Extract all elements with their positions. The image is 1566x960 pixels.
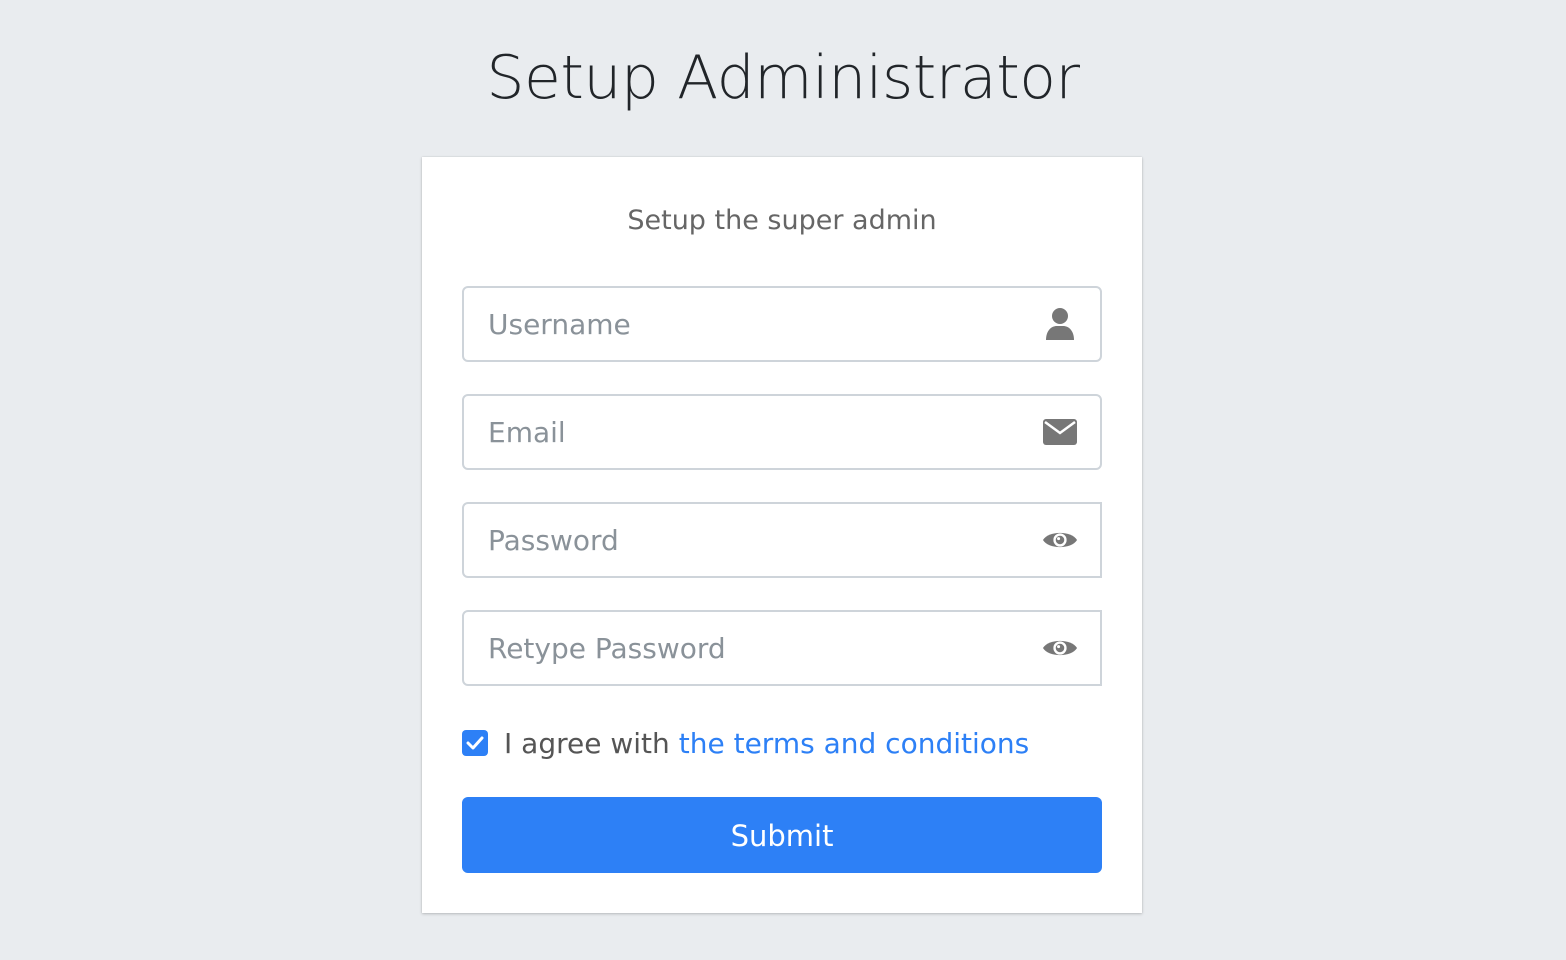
password-input[interactable] — [488, 504, 1028, 576]
page-title: Setup Administrator — [486, 43, 1080, 113]
agree-checkbox[interactable] — [462, 730, 488, 756]
check-icon — [466, 736, 484, 750]
retype-password-field[interactable] — [462, 610, 1102, 686]
retype-password-input[interactable] — [488, 612, 1028, 684]
password-field[interactable] — [462, 502, 1102, 578]
email-field[interactable] — [462, 394, 1102, 470]
user-icon — [1042, 306, 1078, 342]
username-input[interactable] — [488, 288, 1028, 360]
terms-link[interactable]: the terms and conditions — [679, 727, 1029, 760]
setup-card: Setup the super admin Username Email I a… — [422, 157, 1142, 913]
card-subtitle: Setup the super admin — [627, 205, 937, 236]
username-field[interactable] — [462, 286, 1102, 362]
email-input[interactable] — [488, 396, 1028, 468]
agree-label: I agree with — [504, 726, 670, 760]
envelope-icon — [1042, 414, 1078, 450]
agree-terms-row: I agree with the terms and conditions — [462, 723, 1029, 763]
eye-icon[interactable] — [1042, 630, 1078, 666]
eye-icon[interactable] — [1042, 522, 1078, 558]
submit-button[interactable]: Submit — [462, 797, 1102, 873]
